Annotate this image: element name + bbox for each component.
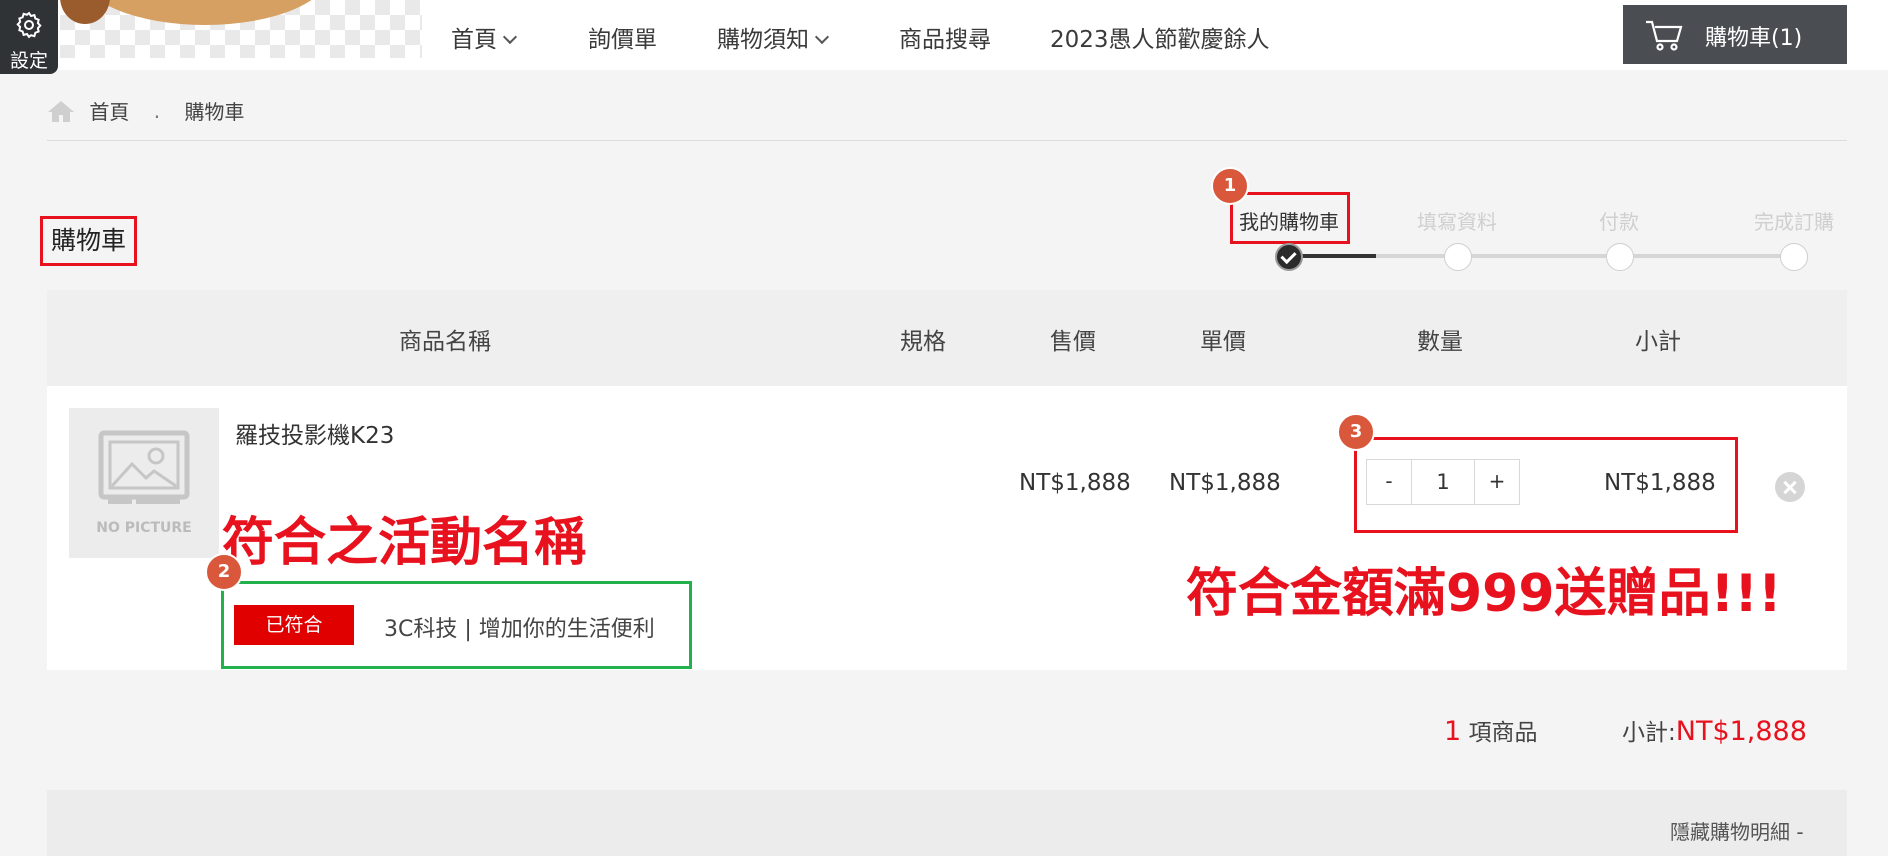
annotation-badge-3: 3 xyxy=(1337,413,1375,451)
col-subtotal: 小計 xyxy=(1635,329,1681,355)
step-dot xyxy=(1606,243,1634,271)
nav-search-label: 商品搜尋 xyxy=(899,27,991,53)
cart-subtotal-value: NT$1,888 xyxy=(1675,716,1807,747)
col-spec: 規格 xyxy=(900,329,946,355)
row-subtotal: NT$1,888 xyxy=(1604,470,1716,496)
nav-home-label: 首頁 xyxy=(451,27,497,53)
col-unit-price: 單價 xyxy=(1200,329,1246,355)
cart-button[interactable]: 購物車(1) xyxy=(1623,5,1847,64)
image-placeholder-icon xyxy=(98,430,190,504)
nav-home[interactable]: 首頁 xyxy=(451,20,518,54)
chevron-down-icon xyxy=(502,29,518,45)
increase-button[interactable]: + xyxy=(1474,460,1519,504)
cart-label: 購物車(1) xyxy=(1705,26,1803,51)
product-thumbnail[interactable]: NO PICTURE xyxy=(69,408,219,558)
col-product-name: 商品名稱 xyxy=(399,329,491,355)
col-price: 售價 xyxy=(1050,329,1096,355)
nav-guide-label: 購物須知 xyxy=(717,27,809,53)
item-count-value: 1 xyxy=(1444,716,1462,747)
settings-label: 設定 xyxy=(9,50,48,72)
step-dot xyxy=(1780,243,1808,271)
toggle-detail-link[interactable]: 隱藏購物明細 - xyxy=(1670,816,1804,845)
nav-quote[interactable]: 詢價單 xyxy=(588,20,657,54)
item-count: 1 項商品 xyxy=(1444,713,1538,747)
cart-subtotal-label: 小計: xyxy=(1622,720,1676,746)
table-header xyxy=(47,290,1847,386)
step-payment: 付款 xyxy=(1599,210,1639,234)
breadcrumb-home[interactable]: 首頁 xyxy=(89,100,129,124)
annotation-gift-note: 符合金額滿999送贈品!!! xyxy=(1186,564,1782,624)
divider xyxy=(47,140,1847,141)
item-count-suffix: 項商品 xyxy=(1468,720,1538,746)
step-my-cart: 我的購物車 xyxy=(1239,210,1339,234)
nav-event-label: 2023愚人節歡慶餘人 xyxy=(1050,27,1270,53)
product-price: NT$1,888 xyxy=(1019,470,1131,496)
nav-quote-label: 詢價單 xyxy=(588,27,657,53)
step-fill-info: 填寫資料 xyxy=(1417,210,1497,234)
step-dot-done xyxy=(1275,243,1303,271)
annotation-badge-1: 1 xyxy=(1211,167,1249,205)
chevron-down-icon xyxy=(814,29,830,45)
cart-subtotal: 小計:NT$1,888 xyxy=(1622,713,1807,747)
product-unit-price: NT$1,888 xyxy=(1169,470,1281,496)
decrease-button[interactable]: - xyxy=(1367,460,1412,504)
nav-product-search[interactable]: 商品搜尋 xyxy=(899,20,991,54)
nav-shopping-guide[interactable]: 購物須知 xyxy=(717,20,830,54)
logo-shape-dark xyxy=(60,0,110,24)
gear-icon xyxy=(16,11,42,39)
step-dot xyxy=(1444,243,1472,271)
quantity-input[interactable]: 1 xyxy=(1412,460,1474,504)
breadcrumb-separator: . xyxy=(153,98,161,123)
promo-text: 3C科技 | 增加你的生活便利 xyxy=(384,617,655,642)
remove-item-icon[interactable] xyxy=(1775,472,1805,502)
step-complete: 完成訂購 xyxy=(1754,210,1834,234)
promo-status-badge: 已符合 xyxy=(234,605,354,645)
no-picture-text: NO PICTURE xyxy=(96,520,192,536)
page-title: 購物車 xyxy=(40,216,138,266)
annotation-badge-2: 2 xyxy=(205,553,243,591)
breadcrumb: 首頁 . 購物車 xyxy=(47,96,244,125)
cart-detail-bar xyxy=(47,790,1847,856)
logo-shape xyxy=(80,0,330,25)
settings-button[interactable]: 設定 xyxy=(0,0,58,74)
quantity-stepper[interactable]: - 1 + xyxy=(1366,459,1520,505)
nav-event[interactable]: 2023愚人節歡慶餘人 xyxy=(1050,20,1270,54)
col-quantity: 數量 xyxy=(1417,329,1463,355)
breadcrumb-current: 購物車 xyxy=(184,100,245,124)
site-logo[interactable] xyxy=(60,0,422,58)
annotation-activity-name: 符合之活動名稱 xyxy=(222,513,587,573)
shopping-cart-icon xyxy=(1646,20,1683,51)
product-name[interactable]: 羅技投影機K23 xyxy=(235,416,394,450)
home-icon xyxy=(48,100,74,122)
